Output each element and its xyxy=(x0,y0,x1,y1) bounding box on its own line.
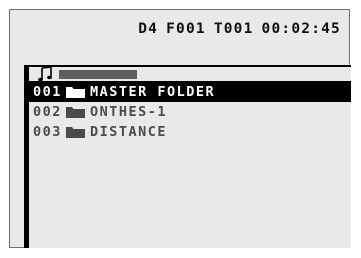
folder-number-label: 002 xyxy=(33,104,62,120)
elapsed-time: 00:02:45 xyxy=(261,21,341,37)
display-screen: D4 F001 T001 00:02:45 001 MASTER FOLDER 002 xyxy=(9,9,351,248)
disc-number: D4 xyxy=(138,21,159,37)
folder-name-label: DISTANCE xyxy=(90,124,168,140)
folder-row-master-folder[interactable]: 001 MASTER FOLDER xyxy=(29,82,351,102)
list-header xyxy=(29,65,351,82)
folder-row-distance[interactable]: 003 DISTANCE xyxy=(29,122,351,142)
folder-name-label: MASTER FOLDER xyxy=(90,84,216,100)
track-number: T001 xyxy=(213,21,254,37)
folder-icon xyxy=(66,87,85,98)
folder-list: 001 MASTER FOLDER 002 ONTHES-1 003 DISTA… xyxy=(29,82,351,142)
folder-icon xyxy=(66,127,85,138)
title-placeholder-bar xyxy=(59,70,137,79)
folder-row-onthes-1[interactable]: 002 ONTHES-1 xyxy=(29,102,351,122)
folder-number-label: 003 xyxy=(33,124,62,140)
folder-number-label: 001 xyxy=(33,84,62,100)
folder-number: F001 xyxy=(166,21,206,37)
status-bar: D4 F001 T001 00:02:45 xyxy=(138,21,341,37)
music-note-icon xyxy=(38,66,52,82)
folder-name-label: ONTHES-1 xyxy=(90,104,168,120)
folder-icon xyxy=(66,107,85,118)
folder-list-panel: 001 MASTER FOLDER 002 ONTHES-1 003 DISTA… xyxy=(24,65,351,248)
